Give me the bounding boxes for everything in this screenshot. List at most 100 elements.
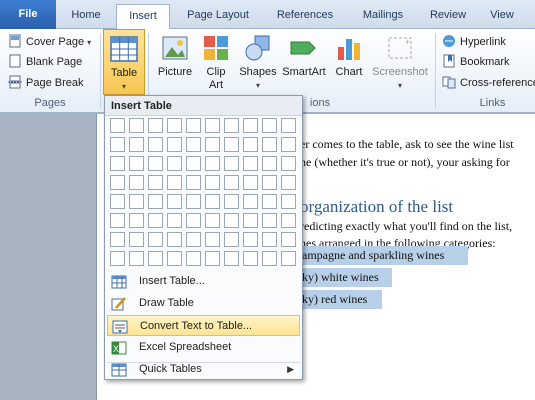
table-grid-cell[interactable] [224,118,239,133]
table-grid-cell[interactable] [110,194,125,209]
bookmark-button[interactable]: Bookmark [442,52,510,72]
table-grid-cell[interactable] [186,194,201,209]
table-grid-cell[interactable] [186,232,201,247]
table-grid-cell[interactable] [129,194,144,209]
table-grid-cell[interactable] [148,137,163,152]
table-grid-cell[interactable] [243,194,258,209]
table-grid-cell[interactable] [148,175,163,190]
table-grid-cell[interactable] [129,175,144,190]
table-grid-cell[interactable] [129,156,144,171]
table-grid-cell[interactable] [243,175,258,190]
table-grid-cell[interactable] [148,118,163,133]
tab-view[interactable]: View [480,4,524,29]
table-grid-cell[interactable] [186,251,201,266]
table-grid-cell[interactable] [281,232,296,247]
smartart-button[interactable]: SmartArt [281,29,327,95]
table-grid-cell[interactable] [129,137,144,152]
table-grid-cell[interactable] [205,137,220,152]
draw-table-menu-item[interactable]: Draw Table [107,293,300,314]
table-grid-cell[interactable] [205,156,220,171]
table-grid-cell[interactable] [110,232,125,247]
table-grid-cell[interactable] [224,213,239,228]
table-grid-cell[interactable] [110,213,125,228]
cover-page-button[interactable]: Cover Page ▾ [8,32,91,52]
tab-mailings[interactable]: Mailings [352,4,414,29]
table-grid-cell[interactable] [243,156,258,171]
table-grid-cell[interactable] [262,251,277,266]
table-grid-cell[interactable] [167,137,182,152]
table-grid-cell[interactable] [205,194,220,209]
table-grid-cell[interactable] [262,137,277,152]
cross-reference-button[interactable]: Cross-reference [442,73,535,93]
table-grid-cell[interactable] [148,232,163,247]
chart-button[interactable]: Chart [331,29,367,95]
clip-art-button[interactable]: Clip Art [200,29,232,95]
table-grid-cell[interactable] [129,232,144,247]
tab-review[interactable]: Review [422,4,474,29]
table-grid-cell[interactable] [167,156,182,171]
table-grid-cell[interactable] [148,251,163,266]
table-grid-cell[interactable] [186,175,201,190]
table-grid-cell[interactable] [186,137,201,152]
table-grid-cell[interactable] [110,156,125,171]
table-grid-cell[interactable] [262,118,277,133]
table-grid-cell[interactable] [129,251,144,266]
excel-spreadsheet-menu-item[interactable]: X Excel Spreadsheet [107,337,300,358]
table-grid-cell[interactable] [186,118,201,133]
screenshot-button[interactable]: + Screenshot ▾ [370,29,430,95]
table-grid-cell[interactable] [243,137,258,152]
table-grid-cell[interactable] [167,194,182,209]
table-grid-cell[interactable] [262,213,277,228]
table-grid-cell[interactable] [243,118,258,133]
table-grid-cell[interactable] [243,251,258,266]
table-grid-cell[interactable] [262,194,277,209]
table-button[interactable]: Table ▾ [103,29,145,95]
blank-page-button[interactable]: Blank Page [8,52,82,72]
table-grid-cell[interactable] [129,213,144,228]
hyperlink-button[interactable]: Hyperlink [442,32,506,52]
table-grid-cell[interactable] [167,232,182,247]
table-grid-cell[interactable] [110,118,125,133]
table-grid-cell[interactable] [110,137,125,152]
table-grid-cell[interactable] [148,156,163,171]
table-grid-cell[interactable] [186,156,201,171]
table-grid-cell[interactable] [262,175,277,190]
table-grid-cell[interactable] [281,194,296,209]
table-grid-cell[interactable] [167,251,182,266]
table-grid-cell[interactable] [224,251,239,266]
page-break-button[interactable]: Page Break [8,73,83,93]
table-grid-cell[interactable] [148,194,163,209]
table-grid-cell[interactable] [281,118,296,133]
table-grid-cell[interactable] [224,156,239,171]
tab-file[interactable]: File [0,0,56,29]
tab-home[interactable]: Home [62,4,110,29]
table-grid-cell[interactable] [110,251,125,266]
table-grid-cell[interactable] [281,251,296,266]
table-grid-cell[interactable] [205,232,220,247]
shapes-button[interactable]: Shapes ▾ [238,29,278,95]
table-grid-cell[interactable] [148,213,163,228]
quick-tables-menu-item[interactable]: Quick Tables ▶ [107,359,300,380]
table-grid-cell[interactable] [224,175,239,190]
table-grid-cell[interactable] [281,137,296,152]
table-grid-cell[interactable] [281,156,296,171]
table-grid-cell[interactable] [167,118,182,133]
table-grid-cell[interactable] [205,118,220,133]
table-grid-cell[interactable] [262,232,277,247]
table-grid-cell[interactable] [186,213,201,228]
table-grid-cell[interactable] [224,194,239,209]
table-grid-cell[interactable] [129,118,144,133]
table-grid-cell[interactable] [110,175,125,190]
table-grid-cell[interactable] [205,251,220,266]
table-grid-cell[interactable] [243,213,258,228]
table-grid-cell[interactable] [281,213,296,228]
table-grid-cell[interactable] [281,175,296,190]
table-grid-cell[interactable] [167,175,182,190]
table-grid-cell[interactable] [205,213,220,228]
tab-references[interactable]: References [266,4,344,29]
table-grid-cell[interactable] [224,137,239,152]
table-grid-cell[interactable] [262,156,277,171]
table-grid-cell[interactable] [224,232,239,247]
table-grid-cell[interactable] [167,213,182,228]
tab-insert[interactable]: Insert [116,4,170,30]
